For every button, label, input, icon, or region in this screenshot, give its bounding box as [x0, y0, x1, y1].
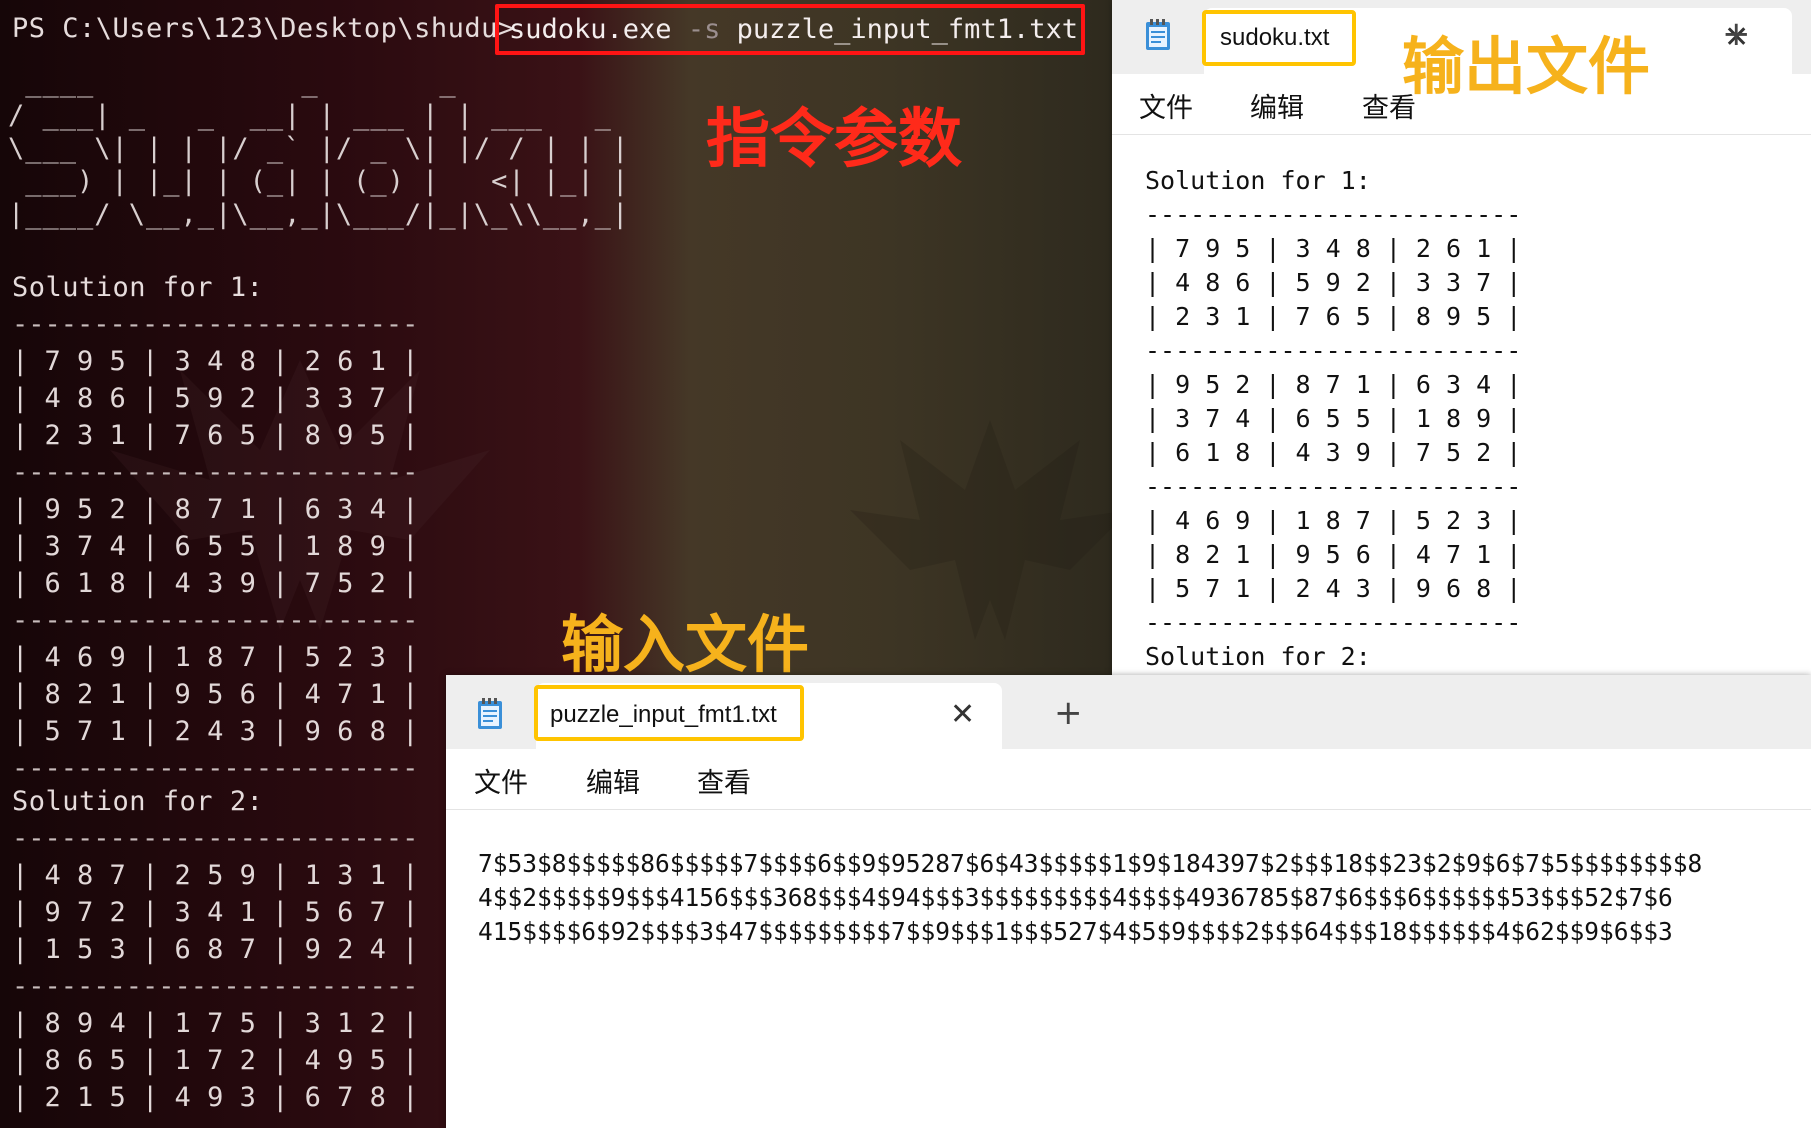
grid-separator: -------------------------: [12, 753, 419, 784]
grid-row: | 4 6 9 | 1 8 7 | 5 2 3 |: [12, 642, 419, 673]
ascii-banner-line: |____/ \__,_|\__,_|\___/|_|\_\\__,_|: [8, 199, 630, 230]
grid-row: | 5 7 1 | 2 4 3 | 9 6 8 |: [1145, 574, 1522, 603]
grid-separator: -------------------------: [12, 605, 419, 636]
grid-row: | 1 5 3 | 6 8 7 | 9 2 4 |: [12, 934, 419, 965]
menu-bar: 文件 编辑 查看: [446, 749, 1811, 810]
solution-1-title: Solution for 1:: [12, 272, 264, 303]
grid-row: | 8 2 1 | 9 5 6 | 4 7 1 |: [1145, 540, 1522, 569]
grid-row: | 7 9 5 | 3 4 8 | 2 6 1 |: [1145, 234, 1522, 263]
grid-separator: -------------------------: [1145, 200, 1522, 229]
notepad-icon: [1146, 19, 1170, 50]
grid-row: | 9 7 2 | 3 4 1 | 5 6 7 |: [12, 897, 419, 928]
solution-2-grid: ------------------------- | 4 8 7 | 2 5 9…: [12, 820, 418, 1128]
command-flag: -s: [687, 14, 721, 45]
grid-row: | 8 6 5 | 1 7 2 | 4 9 5 |: [12, 1045, 419, 1076]
command-argument: puzzle_input_fmt1.txt: [736, 14, 1078, 45]
solution-1-grid: ------------------------- | 7 9 5 | 3 4 8…: [12, 306, 418, 787]
grid-row: | 4 6 9 | 1 8 7 | 5 2 3 |: [1145, 506, 1522, 535]
grid-row: | 5 7 1 | 2 4 3 | 9 6 8 |: [12, 716, 419, 747]
grid-separator: -------------------------: [1145, 472, 1522, 501]
terminal-prompt: PS C:\Users\123\Desktop\shudu>: [12, 13, 515, 44]
annotation-command-params: 指令参数: [706, 103, 962, 177]
grid-row: | 8 2 1 | 9 5 6 | 4 7 1 |: [12, 679, 419, 710]
menu-file[interactable]: 文件: [1139, 86, 1193, 125]
tab-title: sudoku.txt: [1220, 24, 1330, 51]
ascii-banner-line: \___ \| | | |/ _` |/ _ \| |/ / | | |: [8, 133, 630, 164]
grid-row: | 6 1 8 | 4 3 9 | 7 5 2 |: [1145, 438, 1522, 467]
menu-edit[interactable]: 编辑: [1250, 86, 1304, 125]
grid-row: | 3 7 4 | 6 5 5 | 1 8 9 |: [1145, 404, 1522, 433]
grid-separator: -------------------------: [1145, 336, 1522, 365]
menu-file[interactable]: 文件: [474, 761, 528, 800]
annotation-input-file: 输入文件: [561, 608, 810, 681]
annotation-output-file: 输出文件: [1402, 30, 1651, 103]
new-tab-plus-icon[interactable]: +: [1722, 14, 1751, 54]
phoenix-emblem-icon: [850, 420, 1112, 640]
grid-row: | 7 9 5 | 3 4 8 | 2 6 1 |: [12, 346, 419, 377]
grid-separator: -------------------------: [12, 457, 419, 488]
tab-title: puzzle_input_fmt1.txt: [550, 701, 777, 728]
menu-view[interactable]: 查看: [697, 761, 751, 800]
grid-separator: -------------------------: [12, 823, 419, 854]
input-line: 7$53$8$$$$$86$$$$$7$$$$6$$9$95287$6$43$$…: [478, 849, 1703, 878]
grid-separator: -------------------------: [1145, 608, 1522, 637]
grid-row: | 6 1 8 | 4 3 9 | 7 5 2 |: [12, 568, 419, 599]
new-tab-plus-icon[interactable]: +: [1054, 693, 1083, 733]
grid-separator: -------------------------: [12, 971, 419, 1002]
command-exe: sudoku.exe: [509, 14, 672, 45]
command-text[interactable]: sudoku.exe -s puzzle_input_fmt1.txt: [509, 11, 1078, 48]
grid-row: | 3 7 4 | 6 5 5 | 1 8 9 |: [12, 531, 419, 562]
close-icon[interactable]: ✕: [950, 697, 975, 732]
solution-1-title: Solution for 1:: [1145, 166, 1371, 195]
grid-row: | 4 8 6 | 5 9 2 | 3 3 7 |: [1145, 268, 1522, 297]
ascii-banner-line: ___) | |_| | (_| | (_) | <| |_| |: [8, 166, 630, 197]
grid-separator: -------------------------: [12, 1116, 418, 1128]
input-puzzle-text: 7$53$8$$$$$86$$$$$7$$$$6$$9$95287$6$43$$…: [478, 847, 1702, 949]
menu-edit[interactable]: 编辑: [586, 761, 640, 800]
input-line: 415$$$$6$92$$$$3$47$$$$$$$$$7$$9$$$1$$$5…: [478, 917, 1673, 946]
grid-row: | 4 8 6 | 5 9 2 | 3 3 7 |: [12, 383, 419, 414]
input-line: 4$$2$$$$$9$$$4156$$$368$$$4$94$$$3$$$$$$…: [478, 883, 1673, 912]
solution-2-title: Solution for 2:: [1145, 642, 1371, 671]
grid-row: | 2 3 1 | 7 6 5 | 8 9 5 |: [12, 420, 419, 451]
tab-puzzle-input[interactable]: puzzle_input_fmt1.txt ✕: [534, 683, 1002, 749]
grid-separator: -------------------------: [12, 309, 419, 340]
grid-row: | 2 1 5 | 4 9 3 | 6 7 8 |: [12, 1082, 419, 1113]
grid-row: | 8 9 4 | 1 7 5 | 3 1 2 |: [12, 1008, 419, 1039]
ascii-banner-line: / ___| _ _ __| | ___ | | ___ _: [8, 100, 630, 131]
grid-row: | 2 3 1 | 7 6 5 | 8 9 5 |: [1145, 302, 1522, 331]
ascii-banner: ____ _ _ / ___| _ _ __| | ___ | | ___ _ …: [8, 66, 629, 231]
input-notepad-window[interactable]: puzzle_input_fmt1.txt ✕ + 文件 编辑 查看 7$53$…: [446, 675, 1811, 1128]
grid-row: | 4 8 7 | 2 5 9 | 1 3 1 |: [12, 860, 419, 891]
output-solution-text: Solution for 1: -------------------------…: [1145, 164, 1521, 674]
notepad-icon: [478, 698, 502, 729]
grid-row: | 9 5 2 | 8 7 1 | 6 3 4 |: [1145, 370, 1522, 399]
solution-2-title: Solution for 2:: [12, 786, 264, 817]
ascii-banner-line: ____ _ _: [8, 67, 630, 98]
grid-row: | 9 5 2 | 8 7 1 | 6 3 4 |: [12, 494, 419, 525]
